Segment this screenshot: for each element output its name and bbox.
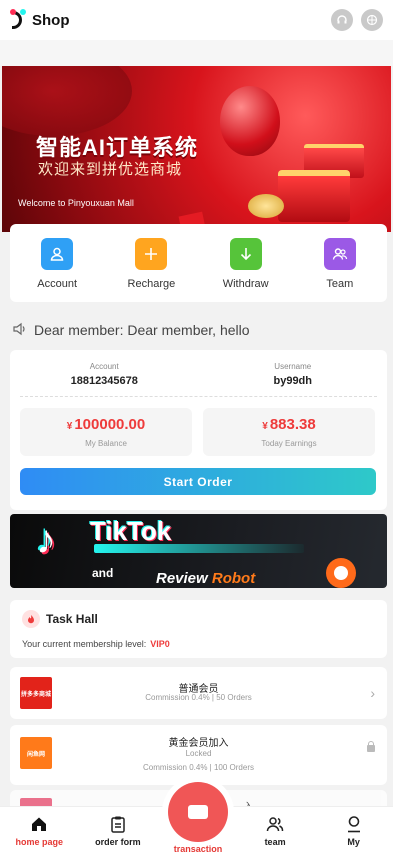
account-label: Account (37, 278, 77, 290)
nav-team[interactable]: team (236, 807, 315, 854)
task-hall-card: Task Hall Your current membership level:… (10, 600, 387, 658)
home-icon (32, 817, 47, 831)
lock-icon (367, 741, 375, 752)
notice-bar[interactable]: Dear member: Dear member, hello (12, 320, 382, 340)
coin-graphic (248, 194, 284, 218)
currency-symbol: ¥ (66, 421, 73, 432)
divider (20, 396, 377, 397)
tier-details: Commission 0.4% | 50 Orders (145, 693, 252, 702)
nav-transaction-label: transaction (173, 844, 223, 854)
notice-text: Dear member: Dear member, hello (34, 322, 250, 338)
banner-welcome: Welcome to Pinyouxuan Mall (18, 198, 134, 208)
banner-subtitle: 欢迎来到拼优选商城 (38, 161, 183, 178)
currency-symbol: ¥ (262, 421, 268, 432)
withdraw-button[interactable]: Withdraw (206, 238, 286, 290)
earnings-value: 883.38 (269, 416, 316, 433)
promo-and: and (92, 566, 114, 580)
nav-team-label: team (264, 837, 286, 847)
membership-level: Your current membership level: VIP0 (22, 639, 170, 649)
transaction-fab[interactable] (162, 776, 234, 848)
nav-order-form[interactable]: order form (79, 807, 158, 854)
headset-icon[interactable] (331, 9, 353, 31)
team-icon (323, 238, 356, 270)
clipboard-icon (111, 816, 125, 833)
promo-brand: TikTok (90, 516, 172, 546)
wallet-icon (188, 805, 208, 819)
balance-value: 100000.00 (74, 416, 146, 433)
tier-name: 黄金会员加入 (168, 738, 229, 749)
balance-box: ¥100000.00 My Balance (20, 408, 192, 456)
earnings-label: Today Earnings (261, 439, 317, 448)
robot-icon (326, 558, 356, 588)
withdraw-label: Withdraw (222, 278, 269, 290)
people-icon (266, 817, 284, 832)
membership-level-value: VIP0 (150, 639, 170, 649)
hero-banner[interactable]: 智能AI订单系统 欢迎来到拼优选商城 Welcome to Pinyouxuan… (2, 66, 391, 232)
recharge-label: Recharge (127, 278, 176, 290)
account-summary-card: Account 18812345678 Username by99dh ¥100… (10, 350, 387, 510)
arrow-down-icon (229, 238, 262, 270)
earnings-box: ¥883.38 Today Earnings (203, 408, 375, 456)
quick-actions: Account Recharge Withdraw Team (10, 224, 387, 302)
promo-accent-bar (94, 544, 304, 553)
profile-icon (347, 816, 360, 833)
promo-review-robot: Review Robot (156, 570, 255, 587)
plus-icon (135, 238, 168, 270)
nav-my[interactable]: My (314, 807, 393, 854)
promo-review: Review (156, 570, 208, 587)
flame-icon (22, 610, 40, 628)
tiktok-promo-banner[interactable]: ♪ TikTok and Review Robot (10, 514, 387, 588)
brand-title: Shop (32, 11, 70, 29)
start-order-button[interactable]: Start Order (20, 468, 376, 495)
account-number-label: Account (89, 362, 119, 371)
membership-level-label: Your current membership level: (22, 639, 147, 649)
gift-box-graphic (278, 170, 350, 222)
balance-label: My Balance (85, 439, 127, 448)
tiktok-note-icon: ♪ (36, 518, 56, 562)
nav-home-label: home page (15, 837, 64, 847)
team-button[interactable]: Team (300, 238, 380, 290)
chevron-right-icon: › (370, 685, 375, 701)
globe-icon[interactable] (361, 9, 383, 31)
account-button[interactable]: Account (17, 238, 97, 290)
tiktok-logo-icon (10, 9, 28, 31)
nav-order-label: order form (95, 837, 141, 847)
promo-robot: Robot (211, 570, 256, 587)
team-label: Team (326, 278, 354, 290)
recharge-button[interactable]: Recharge (111, 238, 191, 290)
header-spacer (0, 40, 393, 66)
tier-card[interactable]: 拼多多商城 普通会员 Commission 0.4% | 50 Orders › (10, 667, 387, 719)
username-label: Username (274, 362, 312, 371)
speaker-icon (12, 322, 30, 339)
user-icon (41, 238, 74, 270)
username-value: by99dh (273, 375, 312, 387)
task-hall-title: Task Hall (46, 612, 98, 626)
tier-status: Locked (185, 749, 212, 758)
transaction-button[interactable] (168, 782, 228, 842)
balloon-graphic (220, 86, 280, 156)
tier-details: Commission 0.4% | 100 Orders (142, 763, 254, 772)
account-number-value: 18812345678 (70, 375, 138, 387)
top-bar: Shop (0, 0, 393, 40)
nav-home[interactable]: home page (0, 807, 79, 854)
nav-my-label: My (347, 837, 360, 847)
